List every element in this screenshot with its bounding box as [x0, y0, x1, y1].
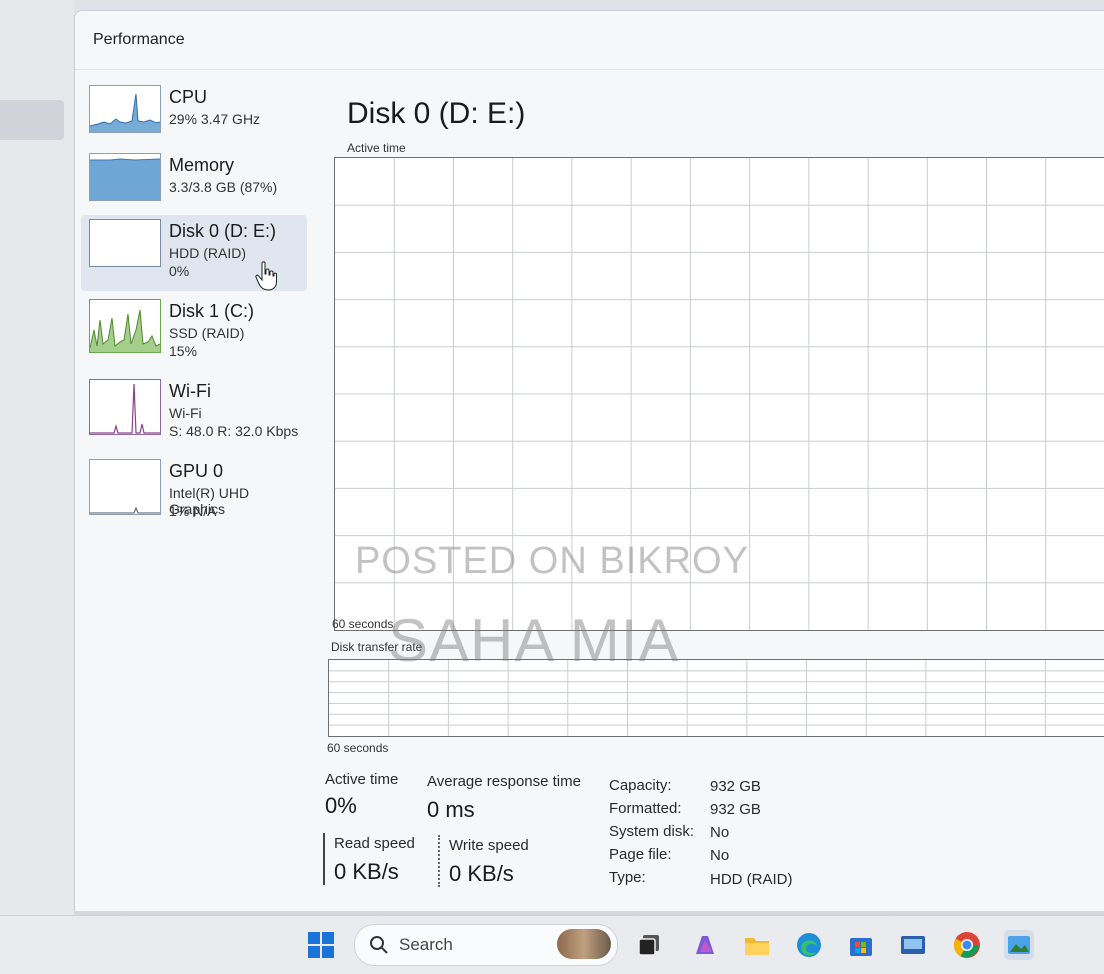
- background-window-strip: [0, 0, 74, 915]
- memory-thumbnail-graph: [89, 153, 161, 201]
- cpu-thumbnail-graph: [89, 85, 161, 133]
- task-view-icon[interactable]: [634, 930, 664, 960]
- avg-response-stat-value: 0 ms: [427, 797, 475, 822]
- capacity-value: 932 GB: [710, 778, 761, 795]
- active-time-graph: [334, 157, 1104, 631]
- taskbar-search-input[interactable]: Search: [354, 924, 618, 966]
- sidebar-item-memory[interactable]: Memory 3.3/3.8 GB (87%): [81, 149, 307, 225]
- sidebar-item-detail: 3.3/3.8 GB (87%): [169, 179, 278, 195]
- read-speed-stat-label: Read speed: [334, 835, 415, 852]
- sidebar-item-label: GPU 0: [169, 461, 224, 481]
- windows-start-icon[interactable]: [306, 930, 336, 960]
- capacity-label: Capacity:: [609, 777, 672, 794]
- transfer-rate-graph: [328, 659, 1104, 737]
- search-icon: [369, 935, 389, 960]
- sidebar-item-detail: Wi-Fi: [169, 405, 202, 421]
- sidebar-item-label: CPU: [169, 87, 208, 107]
- background-nav-highlight: [0, 100, 64, 140]
- active-time-span-label: 60 seconds: [332, 617, 394, 631]
- sidebar-item-detail: 29% 3.47 GHz: [169, 111, 261, 127]
- read-speed-stat-value: 0 KB/s: [334, 859, 399, 884]
- gpu-thumbnail-graph: [89, 459, 161, 515]
- formatted-label: Formatted:: [609, 800, 682, 817]
- system-disk-value: No: [710, 824, 730, 841]
- write-speed-stat-label: Write speed: [449, 837, 529, 854]
- disk-0-thumbnail-graph: [89, 219, 161, 267]
- transfer-rate-span-label: 60 seconds: [327, 741, 389, 755]
- sidebar-item-wifi[interactable]: Wi-Fi Wi-Fi S: 48.0 R: 32.0 Kbps: [81, 375, 307, 451]
- sidebar-item-label: Disk 0 (D: E:): [169, 221, 277, 241]
- active-time-grid: [335, 158, 1104, 630]
- active-time-chart-label: Active time: [347, 141, 406, 155]
- disk-1-thumbnail-graph: [89, 299, 161, 353]
- sidebar-item-detail: HDD (RAID): [169, 245, 246, 261]
- write-speed-stat-value: 0 KB/s: [449, 861, 514, 886]
- copilot-app-icon[interactable]: [690, 930, 720, 960]
- wifi-thumbnail-graph: [89, 379, 161, 435]
- sidebar-item-disk-1[interactable]: Disk 1 (C:) SSD (RAID) 15%: [81, 295, 307, 371]
- read-speed-divider: [323, 833, 325, 885]
- write-speed-divider: [438, 835, 440, 887]
- search-placeholder: Search: [399, 935, 453, 954]
- transfer-rate-grid: [329, 660, 1104, 736]
- sidebar-item-throughput: S: 48.0 R: 32.0 Kbps: [169, 423, 299, 439]
- transfer-rate-chart-label: Disk transfer rate: [331, 640, 423, 654]
- sidebar-item-label: Disk 1 (C:): [169, 301, 254, 321]
- sidebar-item-cpu[interactable]: CPU 29% 3.47 GHz: [81, 81, 307, 157]
- sidebar-item-usage: 1% N/A: [169, 503, 217, 519]
- search-highlight-icon: [557, 929, 611, 959]
- microsoft-store-icon[interactable]: [846, 930, 876, 960]
- photos-app-icon[interactable]: [1004, 930, 1034, 960]
- type-value: HDD (RAID): [710, 871, 793, 888]
- sidebar-item-detail: SSD (RAID): [169, 325, 245, 341]
- active-time-stat-value: 0%: [325, 793, 357, 818]
- sidebar-item-gpu-0[interactable]: GPU 0 Intel(R) UHD Graphics 1% N/A: [81, 455, 307, 531]
- sidebar-item-usage: 15%: [169, 343, 198, 359]
- avg-response-stat-label: Average response time: [427, 773, 581, 790]
- remote-desktop-app-icon[interactable]: [898, 930, 928, 960]
- system-disk-label: System disk:: [609, 823, 695, 840]
- desktop: Performance CPU 29% 3.47 GHz Memory 3.3/…: [0, 0, 1104, 974]
- page-file-value: No: [710, 847, 730, 864]
- page-title: Performance: [93, 31, 185, 48]
- chrome-browser-icon[interactable]: [952, 930, 982, 960]
- edge-browser-icon[interactable]: [794, 930, 824, 960]
- page-file-label: Page file:: [609, 846, 672, 863]
- window-header: Performance: [75, 11, 1104, 70]
- hand-pointer-icon: [255, 261, 277, 296]
- sidebar-item-label: Memory: [169, 155, 235, 175]
- sidebar-item-label: Wi-Fi: [169, 381, 211, 401]
- task-manager-window: Performance CPU 29% 3.47 GHz Memory 3.3/…: [74, 10, 1104, 911]
- sidebar-item-usage: 0%: [169, 263, 190, 279]
- active-time-stat-label: Active time: [325, 771, 399, 788]
- disk-title: Disk 0 (D: E:): [347, 97, 526, 130]
- file-explorer-icon[interactable]: [742, 930, 772, 960]
- formatted-value: 932 GB: [710, 801, 761, 818]
- taskbar: Search: [0, 915, 1104, 974]
- type-label: Type:: [609, 869, 646, 886]
